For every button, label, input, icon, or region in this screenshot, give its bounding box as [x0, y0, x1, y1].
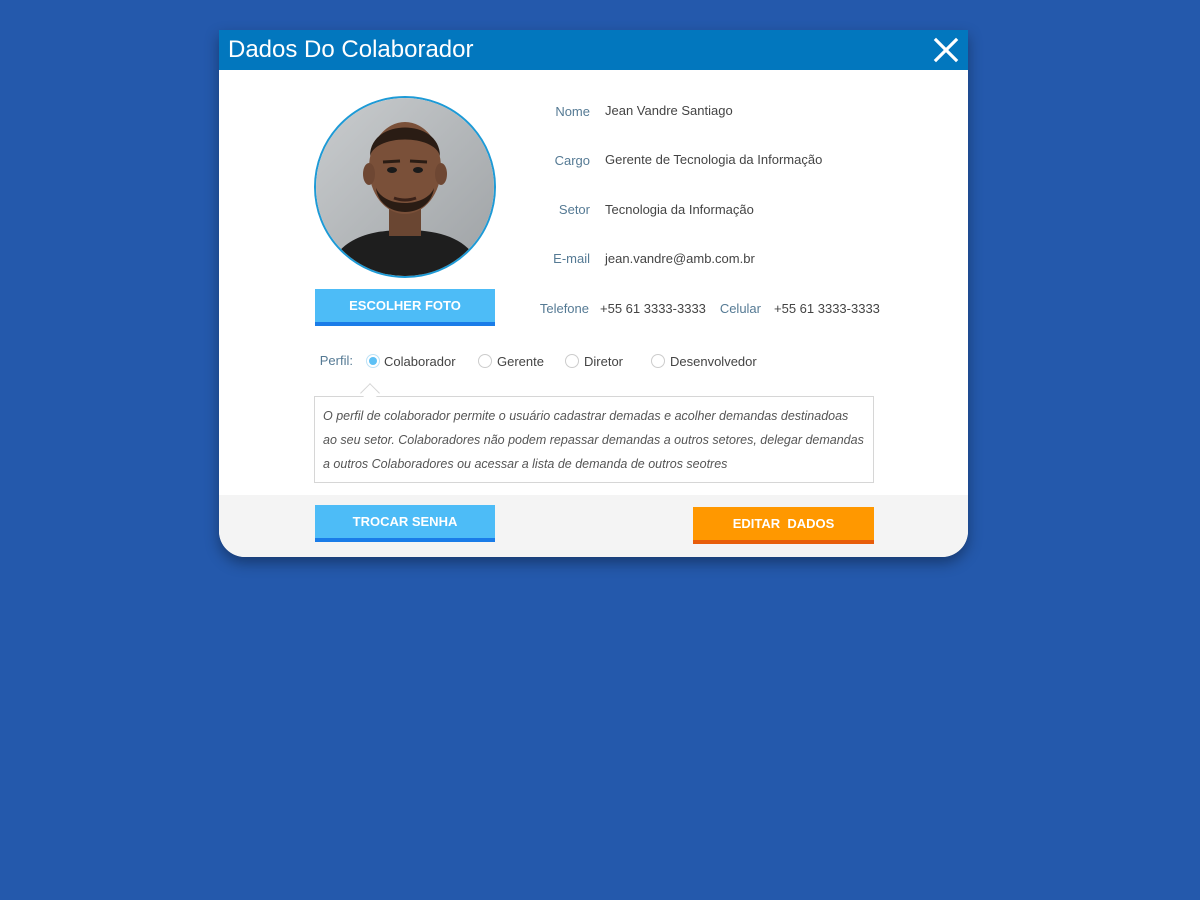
radio-gerente[interactable]	[478, 354, 492, 368]
radio-desenvolvedor[interactable]	[651, 354, 665, 368]
email-label: E-mail	[553, 251, 590, 266]
radio-colaborador[interactable]	[366, 354, 380, 368]
sector-value: Tecnologia da Informação	[605, 202, 754, 217]
perfil-description: O perfil de colaborador permite o usuári…	[314, 396, 874, 483]
close-icon[interactable]	[933, 37, 959, 63]
radio-label-gerente: Gerente	[497, 354, 544, 369]
name-value: Jean Vandre Santiago	[605, 103, 733, 118]
collaborator-modal: Dados Do Colaborador ESCOLHER FOTO Nome …	[219, 30, 968, 557]
role-value: Gerente de Tecnologia da Informação	[605, 152, 823, 167]
phone-label: Telefone	[539, 301, 589, 316]
sector-label: Setor	[558, 202, 590, 217]
role-label: Cargo	[554, 153, 590, 168]
radio-label-colaborador: Colaborador	[384, 354, 456, 369]
change-password-button[interactable]: TROCAR SENHA	[315, 505, 495, 542]
edit-data-button[interactable]: EDITAR DADOS	[693, 507, 874, 544]
radio-label-desenvolvedor: Desenvolvedor	[670, 354, 757, 369]
email-value: jean.vandre@amb.com.br	[605, 251, 755, 266]
name-label: Nome	[555, 104, 590, 119]
mobile-value: +55 61 3333-3333	[774, 301, 880, 316]
modal-titlebar: Dados Do Colaborador	[219, 30, 968, 70]
mobile-label: Celular	[719, 301, 761, 316]
perfil-label: Perfil:	[319, 353, 353, 368]
choose-photo-button[interactable]: ESCOLHER FOTO	[315, 289, 495, 326]
radio-diretor[interactable]	[565, 354, 579, 368]
user-photo	[314, 96, 496, 278]
modal-footer: TROCAR SENHA EDITAR DADOS	[219, 495, 968, 557]
radio-label-diretor: Diretor	[584, 354, 624, 369]
modal-title: Dados Do Colaborador	[228, 36, 474, 63]
